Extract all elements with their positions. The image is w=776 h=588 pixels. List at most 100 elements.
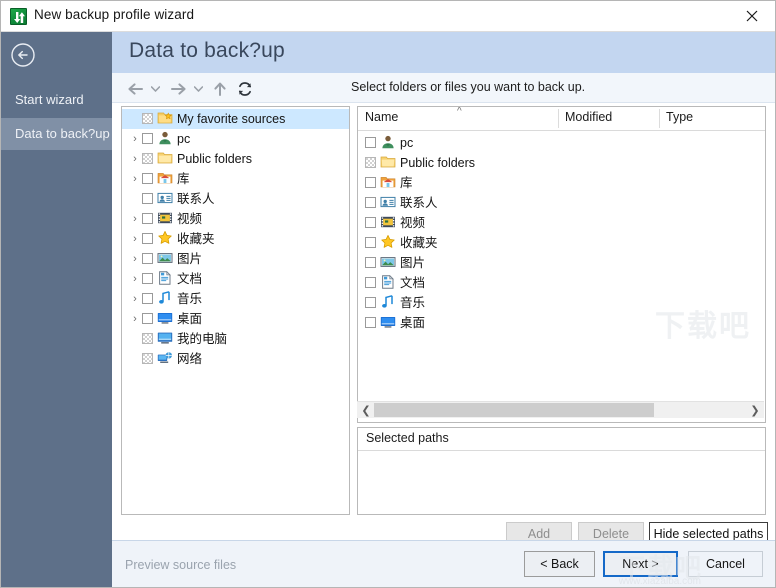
tree-row[interactable]: › 图片	[122, 249, 349, 269]
chevron-down-icon[interactable]	[148, 79, 162, 99]
tree-row-label: 图片	[177, 252, 203, 266]
selected-paths-panel[interactable]: Selected paths	[357, 427, 766, 515]
tree-row-checkbox[interactable]	[142, 333, 153, 344]
column-header-type[interactable]: Type	[666, 110, 693, 124]
tree-row-checkbox[interactable]	[142, 273, 153, 284]
list-row[interactable]: 文档	[358, 273, 765, 293]
list-row-checkbox[interactable]	[365, 137, 376, 148]
preview-source-files-link[interactable]: Preview source files	[125, 558, 236, 572]
tree-row-checkbox[interactable]	[142, 353, 153, 364]
tree-row[interactable]: › 库	[122, 169, 349, 189]
cancel-button[interactable]: Cancel	[688, 551, 763, 577]
sidebar-item-start-wizard[interactable]: Start wizard	[1, 84, 112, 116]
list-row[interactable]: 联系人	[358, 193, 765, 213]
list-row[interactable]: 视频	[358, 213, 765, 233]
tree-row[interactable]: 联系人	[122, 189, 349, 209]
tree-row[interactable]: 网络	[122, 349, 349, 369]
list-row-name: Public folders	[400, 156, 476, 170]
arrow-left-icon[interactable]	[125, 79, 145, 99]
back-arrow-circle-icon[interactable]	[10, 42, 36, 68]
list-row-checkbox[interactable]	[365, 197, 376, 208]
tree-row-checkbox[interactable]	[142, 233, 153, 244]
tree-row-checkbox[interactable]	[142, 133, 153, 144]
tree-expander-icon[interactable]: ›	[128, 309, 142, 329]
tree-expander-icon[interactable]: ›	[128, 269, 142, 289]
tree-row-label: Public folders	[177, 152, 253, 166]
tree-row[interactable]: My favorite sources	[122, 109, 349, 129]
tree-row-checkbox[interactable]	[142, 293, 153, 304]
list-horizontal-scrollbar[interactable]: ❮ ❯	[357, 401, 764, 418]
list-row-name: 桌面	[400, 316, 426, 330]
tree-row-label: pc	[177, 132, 191, 146]
tree-expander-icon[interactable]: ›	[128, 289, 142, 309]
tree-row-checkbox[interactable]	[142, 153, 153, 164]
list-row-checkbox[interactable]	[365, 297, 376, 308]
tree-expander-icon[interactable]: ›	[128, 129, 142, 149]
tree-row[interactable]: › 文档	[122, 269, 349, 289]
sidebar-item-label: Start wizard	[15, 92, 84, 107]
list-row[interactable]: 库	[358, 173, 765, 193]
video-icon	[157, 210, 173, 226]
tree-row-checkbox[interactable]	[142, 213, 153, 224]
list-row-checkbox[interactable]	[365, 237, 376, 248]
file-list-panel[interactable]: Name ^ Modified Type pc Public folders 库联系…	[357, 106, 766, 423]
list-row-checkbox[interactable]	[365, 257, 376, 268]
tree-expander-icon[interactable]: ›	[128, 169, 142, 189]
tree-expander-icon[interactable]: ›	[128, 209, 142, 229]
close-icon[interactable]	[729, 1, 775, 31]
arrow-up-icon[interactable]	[210, 79, 230, 99]
list-row-name: 图片	[400, 256, 426, 270]
tree-row-label: My favorite sources	[177, 112, 286, 126]
next-button[interactable]: Next >	[603, 551, 678, 577]
backup-arrows-icon	[10, 8, 27, 25]
tree-row[interactable]: 我的电脑	[122, 329, 349, 349]
list-row[interactable]: 图片	[358, 253, 765, 273]
tree-row-label: 文档	[177, 272, 203, 286]
video-icon	[380, 214, 396, 230]
list-row[interactable]: 音乐	[358, 293, 765, 313]
arrow-right-icon[interactable]	[168, 79, 188, 99]
column-header-modified[interactable]: Modified	[565, 110, 612, 124]
list-row-checkbox[interactable]	[365, 277, 376, 288]
list-row[interactable]: 桌面	[358, 313, 765, 333]
tree-row-checkbox[interactable]	[142, 253, 153, 264]
tree-expander-icon[interactable]: ›	[128, 229, 142, 249]
tree-row-checkbox[interactable]	[142, 113, 153, 124]
tree-expander-icon[interactable]: ›	[128, 149, 142, 169]
list-row-checkbox[interactable]	[365, 177, 376, 188]
list-row-checkbox[interactable]	[365, 317, 376, 328]
source-tree-panel[interactable]: My favorite sources › pc › Public folders › 库联…	[121, 106, 350, 515]
wizard-window: New backup profile wizard Start wizard D…	[0, 0, 776, 588]
contacts-icon	[380, 194, 396, 210]
tree-expander-icon[interactable]: ›	[128, 249, 142, 269]
list-row-checkbox[interactable]	[365, 157, 376, 168]
pictures-icon	[380, 254, 396, 270]
scroll-left-icon[interactable]: ❮	[358, 402, 374, 418]
list-row[interactable]: Public folders	[358, 153, 765, 173]
tree-row-checkbox[interactable]	[142, 173, 153, 184]
tree-row[interactable]: › 音乐	[122, 289, 349, 309]
scroll-right-icon[interactable]: ❯	[747, 402, 763, 418]
tree-row[interactable]: › pc	[122, 129, 349, 149]
tree-row[interactable]: › 收藏夹	[122, 229, 349, 249]
tree-row-checkbox[interactable]	[142, 193, 153, 204]
column-divider[interactable]	[659, 109, 660, 128]
list-row-name: 文档	[400, 276, 426, 290]
scrollbar-thumb[interactable]	[374, 403, 654, 417]
tree-row[interactable]: › 桌面	[122, 309, 349, 329]
column-header-name[interactable]: Name	[365, 110, 398, 124]
tree-row[interactable]: › Public folders	[122, 149, 349, 169]
network-icon	[157, 350, 173, 366]
sidebar-item-data-to-backup[interactable]: Data to back?up	[1, 118, 112, 150]
tree-row-checkbox[interactable]	[142, 313, 153, 324]
list-row-checkbox[interactable]	[365, 217, 376, 228]
list-row[interactable]: pc	[358, 133, 765, 153]
tree-row[interactable]: › 视频	[122, 209, 349, 229]
back-button[interactable]: < Back	[524, 551, 595, 577]
refresh-icon[interactable]	[235, 79, 255, 99]
column-divider[interactable]	[558, 109, 559, 128]
sort-ascending-caret-icon: ^	[457, 106, 462, 117]
list-row[interactable]: 收藏夹	[358, 233, 765, 253]
tree-row-label: 联系人	[177, 192, 215, 206]
chevron-down-icon[interactable]	[191, 79, 205, 99]
